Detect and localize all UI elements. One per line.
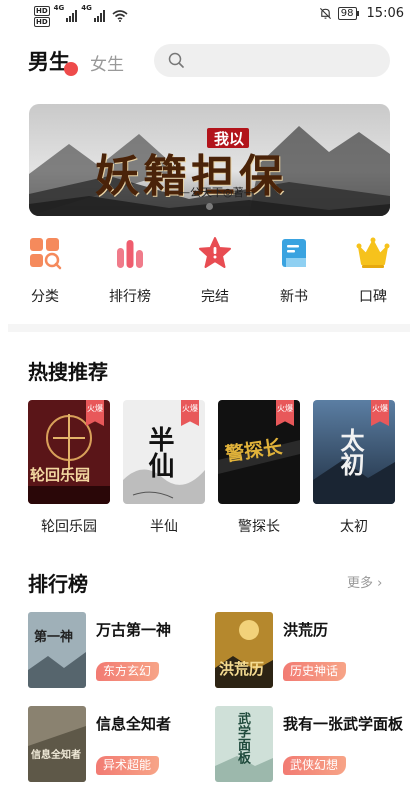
cover-art (28, 612, 86, 688)
signal-group: HD HD 4G 4G (34, 4, 128, 28)
genre-tag: 武侠幻想 (283, 756, 347, 775)
book-cover: 半仙 火爆 (123, 400, 205, 504)
ranking-book[interactable]: 第一神 万古第一神 东方玄幻 (28, 612, 213, 690)
status-right: 98 15:06 (319, 6, 404, 21)
ranking-book-title: 洪荒历 (283, 621, 329, 639)
ranking-book[interactable]: 武学面板 我有一张武学面板 武侠幻想 (215, 706, 404, 784)
status-bar: HD HD 4G 4G 98 15:06 (0, 0, 418, 32)
genre-tag: 异术超能 (96, 756, 160, 775)
star-icon (199, 237, 231, 268)
cover-title: 轮回乐园 (30, 466, 91, 484)
category-label: 分类 (31, 289, 59, 305)
hot-book-card[interactable]: 警探长 火爆 警探长 (218, 400, 300, 536)
ranking-book[interactable]: 洪荒历 洪荒历 历史神话 (215, 612, 400, 690)
category-label: 排行榜 (109, 289, 151, 305)
ranking-book-title: 信息全知者 (96, 715, 172, 733)
category-finished[interactable]: 完结 (185, 236, 245, 306)
book-name: 太初 (340, 519, 368, 535)
battery-indicator: 98 (337, 7, 359, 20)
category-ranking[interactable]: 排行榜 (100, 236, 160, 306)
hot-search-title: 热搜推荐 (28, 360, 108, 384)
sim2-badge: HD (34, 16, 50, 27)
sim1-badge: HD (34, 5, 50, 16)
hot-book-card[interactable]: 太初 火爆 太初 (313, 400, 395, 536)
category-reputation[interactable]: 口碑 (343, 236, 403, 306)
cover-title: 洪荒历 (219, 660, 265, 678)
section-divider (8, 324, 410, 332)
grid-search-icon (30, 238, 62, 270)
hot-book-card[interactable]: 半仙 火爆 半仙 (123, 400, 205, 536)
more-label: 更多 (347, 576, 374, 591)
cover-art (28, 706, 86, 782)
ranking-book[interactable]: 信息全知者 信息全知者 异术超能 (28, 706, 213, 784)
banner-pagination (29, 203, 390, 210)
signal-icon (66, 10, 78, 22)
hot-book-card[interactable]: 轮回乐园 火爆 轮回乐园 (28, 400, 110, 536)
active-tab-indicator (64, 62, 78, 76)
wifi-icon (112, 10, 128, 22)
cover-title: 信息全知者 (31, 750, 81, 761)
cover-title: 武学面板 (235, 712, 250, 764)
category-new-books[interactable]: 新书 (264, 236, 324, 306)
network-type-2: 4G (81, 4, 92, 12)
book-name: 轮回乐园 (41, 519, 97, 535)
banner-dot (206, 203, 213, 210)
mute-bell-icon (319, 7, 331, 20)
signal-icon (93, 10, 105, 22)
book-name: 半仙 (150, 519, 178, 535)
book-name: 警探长 (238, 519, 280, 535)
book-cover: 洪荒历 (215, 612, 273, 688)
tab-female[interactable]: 女生 (90, 50, 124, 75)
ranking-book-title: 万古第一神 (96, 621, 172, 639)
search-icon (168, 52, 184, 68)
genre-tag: 历史神话 (283, 662, 347, 681)
book-cover: 太初 火爆 (313, 400, 395, 504)
ranking-title: 排行榜 (28, 572, 88, 596)
book-cover: 信息全知者 (28, 706, 86, 782)
cover-title: 半仙 (144, 426, 174, 478)
network-type-1: 4G (53, 4, 65, 12)
category-label: 口碑 (359, 289, 387, 305)
genre-tag: 东方玄幻 (96, 662, 160, 681)
banner-author: —公天下◎著— (179, 186, 255, 199)
promo-banner[interactable]: 我以 妖籍担保 —公天下◎著— (29, 104, 390, 216)
category-label: 完结 (201, 289, 229, 305)
category-classify[interactable]: 分类 (15, 236, 75, 306)
category-label: 新书 (280, 289, 308, 305)
top-header: 男生 女生 (0, 32, 418, 90)
bar-chart-icon (117, 240, 143, 268)
cover-title: 太初 (336, 428, 365, 476)
category-nav: 分类 排行榜 完结 新书 口碑 (0, 236, 418, 306)
cover-title: 第一神 (34, 630, 74, 645)
book-cover: 轮回乐园 火爆 (28, 400, 110, 504)
hot-search-list: 轮回乐园 火爆 轮回乐园 半仙 火爆 半仙 警探长 火爆 警探长 太初 火爆 太… (28, 400, 395, 540)
book-cover: 警探长 火爆 (218, 400, 300, 504)
more-link[interactable]: 更多 › (347, 572, 382, 591)
search-bar[interactable] (154, 44, 390, 77)
chevron-right-icon: › (377, 576, 383, 591)
clock: 15:06 (366, 6, 404, 21)
book-cover: 武学面板 (215, 706, 273, 782)
crown-icon (356, 237, 390, 268)
ranking-book-title: 我有一张武学面板 (283, 715, 404, 733)
book-icon (282, 239, 306, 267)
book-cover: 第一神 (28, 612, 86, 688)
